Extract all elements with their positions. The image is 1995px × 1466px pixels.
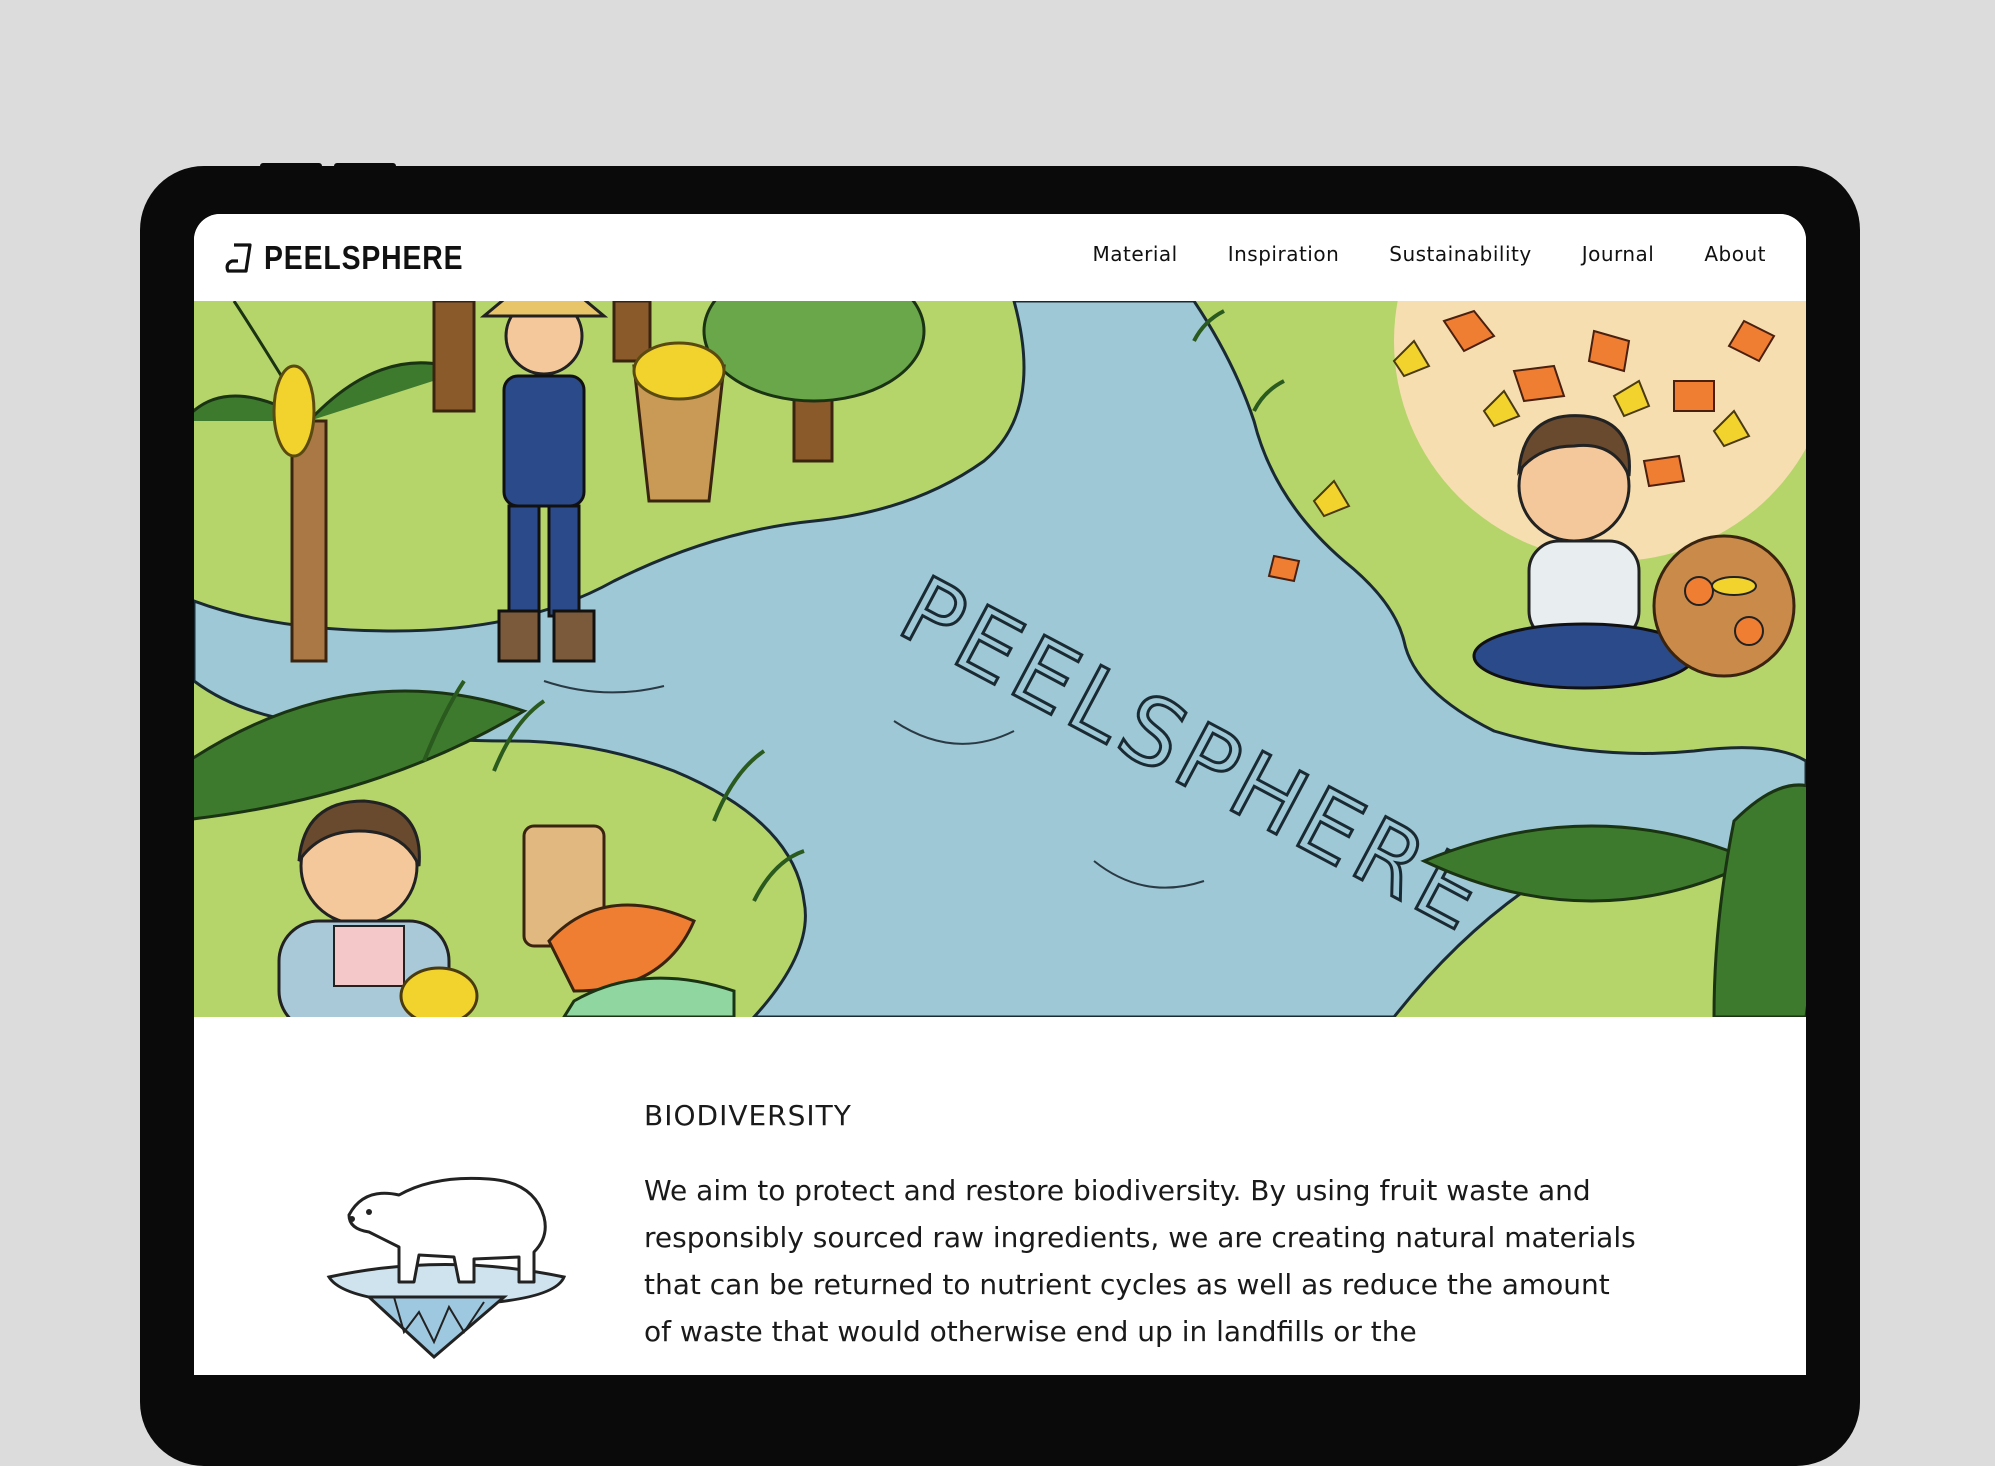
- main-nav: Material Inspiration Sustainability Jour…: [1092, 242, 1766, 266]
- hero-scene: PEELSPHERE: [194, 301, 1806, 1017]
- nav-sustainability[interactable]: Sustainability: [1389, 242, 1531, 266]
- nav-about[interactable]: About: [1704, 242, 1766, 266]
- nav-inspiration[interactable]: Inspiration: [1228, 242, 1340, 266]
- section-body-text: We aim to protect and restore biodiversi…: [644, 1174, 1636, 1348]
- nav-material[interactable]: Material: [1092, 242, 1177, 266]
- browser-screen: PEELSPHERE Material Inspiration Sustaina…: [194, 214, 1806, 1375]
- brand-name: PEELSPHERE: [264, 239, 464, 276]
- polar-bear-icon: [326, 1176, 567, 1360]
- biodiversity-section: BIODIVERSITY We aim to protect and resto…: [194, 1017, 1806, 1375]
- section-title: BIODIVERSITY: [644, 1099, 852, 1132]
- brand-logo[interactable]: PEELSPHERE: [224, 239, 496, 276]
- nav-journal[interactable]: Journal: [1582, 242, 1655, 266]
- top-navbar: PEELSPHERE Material Inspiration Sustaina…: [194, 214, 1806, 301]
- peel-logo-icon: [225, 243, 252, 273]
- hero-illustration: PEELSPHERE: [194, 301, 1806, 1017]
